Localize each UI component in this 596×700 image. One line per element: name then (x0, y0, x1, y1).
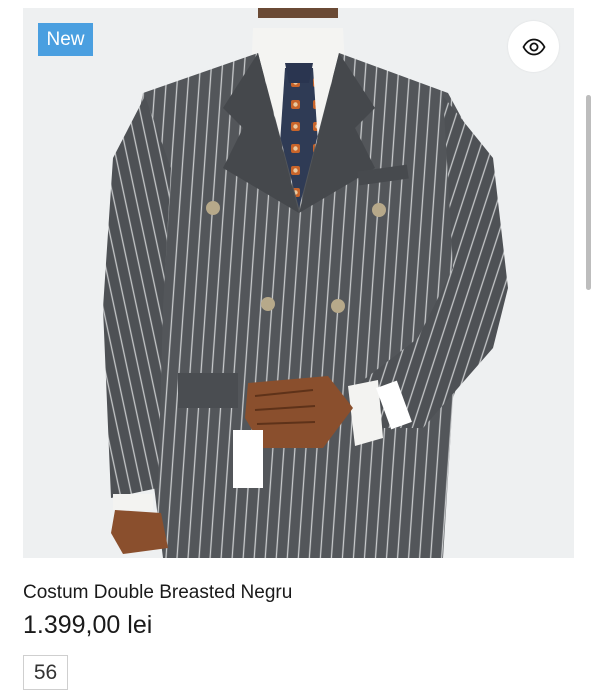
scrollbar-thumb[interactable] (586, 95, 591, 290)
size-option[interactable]: 56 (23, 655, 68, 690)
suit-illustration (103, 8, 508, 558)
product-image[interactable] (23, 8, 574, 558)
new-badge: New (38, 23, 93, 56)
quick-view-button[interactable] (508, 21, 559, 72)
product-card[interactable]: New Costum Double Breasted Negru 1.399,0… (0, 0, 596, 700)
product-title[interactable]: Costum Double Breasted Negru (23, 582, 292, 604)
product-price: 1.399,00 lei (23, 611, 153, 639)
eye-icon (521, 38, 546, 55)
